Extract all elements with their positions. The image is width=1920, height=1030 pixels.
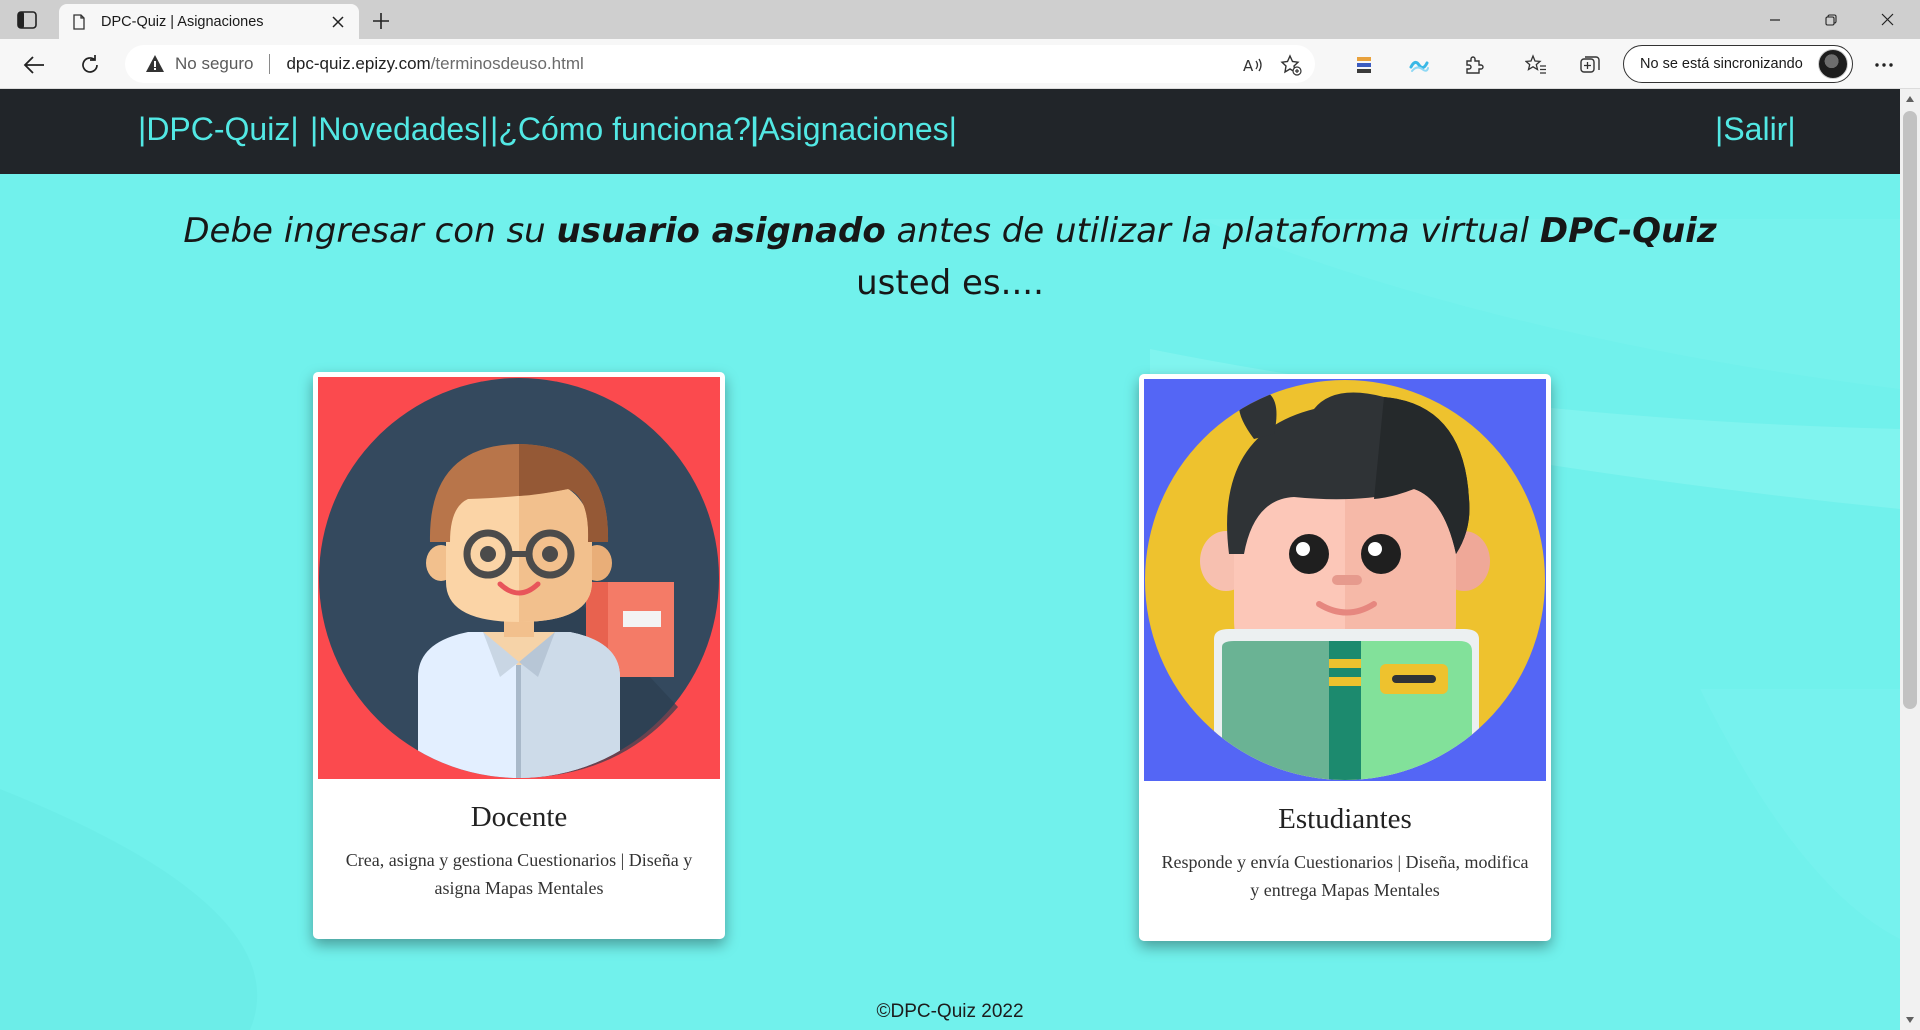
- page-headline: Debe ingresar con su usuario asignado an…: [0, 205, 1900, 309]
- page-icon: [73, 13, 85, 30]
- nav-how-it-works-link[interactable]: |¿Cómo funciona?|: [490, 111, 759, 148]
- reload-button[interactable]: [76, 51, 104, 79]
- url-domain: dpc-quiz.epizy.com: [286, 54, 431, 73]
- restore-button[interactable]: [1803, 0, 1859, 39]
- extension-stack-button[interactable]: [1350, 51, 1378, 79]
- add-favorite-icon[interactable]: [1280, 54, 1302, 76]
- extension-wave-button[interactable]: [1405, 51, 1433, 79]
- more-dots-icon: [1875, 63, 1893, 67]
- nav-brand-link[interactable]: |DPC-Quiz|: [138, 111, 299, 148]
- student-avatar-illustration[interactable]: [1144, 379, 1546, 781]
- restore-icon: [1825, 13, 1837, 26]
- wave-icon: [1409, 60, 1429, 72]
- favorites-button[interactable]: [1522, 51, 1550, 79]
- close-icon: [1881, 13, 1893, 26]
- favorites-icon: [1525, 54, 1546, 74]
- teacher-card-title: Docente: [470, 801, 568, 833]
- page-footer: ©DPC-Quiz 2022: [876, 1001, 1024, 1022]
- address-bar[interactable]: No seguro dpc-quiz.epizy.com/terminosdeu…: [125, 45, 1315, 83]
- sync-status-label: No se está sincronizando: [1640, 56, 1803, 72]
- teacher-card[interactable]: Docente Crea, asigna y gestiona Cuestion…: [313, 372, 725, 939]
- url-path: /terminosdeuso.html: [430, 54, 584, 73]
- browser-toolbar: No seguro dpc-quiz.epizy.com/terminosdeu…: [0, 39, 1920, 89]
- collections-icon: [1580, 56, 1600, 73]
- nav-assignments-link[interactable]: |Asignaciones|: [750, 111, 957, 148]
- scroll-down-icon[interactable]: [1904, 1014, 1916, 1026]
- close-window-button[interactable]: [1859, 0, 1915, 39]
- back-arrow-icon: [23, 56, 44, 74]
- extensions-button[interactable]: [1460, 51, 1488, 79]
- reload-icon: [82, 55, 98, 73]
- browser-tab-active[interactable]: DPC-Quiz | Asignaciones: [59, 4, 359, 39]
- page-viewport: |DPC-Quiz| |Novedades| |¿Cómo funciona?|…: [0, 89, 1900, 1030]
- teacher-card-description: Crea, asigna y gestiona Cuestionarios | …: [345, 850, 693, 898]
- student-card-title: Estudiantes: [1278, 803, 1412, 835]
- back-button[interactable]: [20, 51, 48, 79]
- headline-line-2: usted es....: [856, 263, 1044, 303]
- minimize-button[interactable]: [1747, 0, 1803, 39]
- nav-news-link[interactable]: |Novedades|: [310, 111, 489, 148]
- top-navbar: |DPC-Quiz| |Novedades| |¿Cómo funciona?|…: [0, 89, 1900, 174]
- scrollbar-thumb[interactable]: [1903, 111, 1917, 709]
- close-tab-icon[interactable]: [329, 13, 347, 31]
- avatar: [1818, 49, 1848, 79]
- teacher-avatar-illustration[interactable]: [318, 377, 720, 779]
- student-card[interactable]: Estudiantes Responde y envía Cuestionari…: [1139, 374, 1551, 941]
- minimize-icon: [1770, 18, 1780, 21]
- settings-more-button[interactable]: [1870, 51, 1898, 79]
- vertical-scrollbar[interactable]: [1900, 89, 1920, 1030]
- scroll-up-icon[interactable]: [1904, 93, 1916, 105]
- puzzle-icon: [1466, 56, 1484, 74]
- nav-logout-link[interactable]: |Salir|: [1715, 111, 1796, 148]
- collections-button[interactable]: [1576, 51, 1604, 79]
- warning-icon[interactable]: [145, 54, 165, 74]
- headline-line-1: Debe ingresar con su usuario asignado an…: [183, 211, 1717, 251]
- tab-actions-icon: [17, 11, 37, 29]
- new-tab-button[interactable]: [368, 8, 394, 34]
- read-aloud-icon[interactable]: A: [1242, 54, 1264, 76]
- svg-text:A: A: [1243, 57, 1254, 75]
- extension-stack-icon: [1357, 57, 1371, 73]
- student-card-description: Responde y envía Cuestionarios | Diseña,…: [1161, 852, 1529, 900]
- security-label[interactable]: No seguro: [175, 54, 253, 74]
- tab-actions-button[interactable]: [14, 8, 40, 32]
- browser-tabstrip: DPC-Quiz | Asignaciones: [0, 0, 1920, 39]
- address-divider: [269, 54, 271, 74]
- tab-title: DPC-Quiz | Asignaciones: [101, 13, 264, 30]
- profile-sync-button[interactable]: No se está sincronizando: [1623, 45, 1853, 83]
- plus-icon: [373, 13, 389, 29]
